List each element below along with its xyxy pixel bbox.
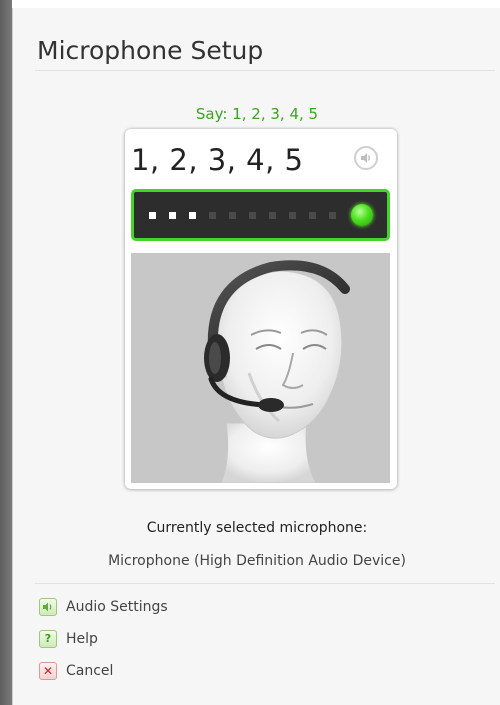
microphone-setup-dialog: Microphone Setup Say: 1, 2, 3, 4, 5 1, 2… [12, 8, 500, 705]
phrase-text: 1, 2, 3, 4, 5 [131, 143, 304, 177]
selected-microphone-name: Microphone (High Definition Audio Device… [108, 553, 406, 569]
level-segment [249, 212, 256, 219]
mic-test-card: 1, 2, 3, 4, 5 [125, 129, 397, 489]
help-label: Help [66, 631, 98, 647]
selected-microphone-label: Currently selected microphone: [146, 520, 368, 536]
cancel-label: Cancel [66, 663, 114, 679]
status-led-icon [351, 204, 373, 226]
level-segment [309, 212, 316, 219]
level-segment [189, 212, 196, 219]
say-prompt: Say: 1, 2, 3, 4, 5 [195, 105, 319, 123]
help-link[interactable]: ? Help [39, 628, 98, 650]
headset-illustration [131, 253, 390, 483]
level-segment [169, 212, 176, 219]
level-segment [289, 212, 296, 219]
dialog-title: Microphone Setup [37, 36, 264, 65]
level-segment [149, 212, 156, 219]
headset-head-icon [204, 260, 350, 483]
level-segment [329, 212, 336, 219]
cancel-link[interactable]: ✕ Cancel [39, 660, 113, 682]
actions-divider [35, 583, 495, 584]
cancel-icon: ✕ [39, 662, 57, 680]
level-segment [209, 212, 216, 219]
title-divider [35, 70, 495, 71]
level-segment [229, 212, 236, 219]
window-frame-edge [0, 0, 12, 705]
play-sample-button[interactable] [354, 146, 378, 170]
level-segment [269, 212, 276, 219]
audio-settings-link[interactable]: Audio Settings [39, 596, 168, 618]
audio-settings-label: Audio Settings [66, 599, 168, 615]
speaker-icon [361, 153, 370, 163]
speaker-icon [39, 598, 57, 616]
window-top-margin [12, 0, 500, 8]
audio-level-meter [131, 189, 390, 241]
help-icon: ? [39, 630, 57, 648]
